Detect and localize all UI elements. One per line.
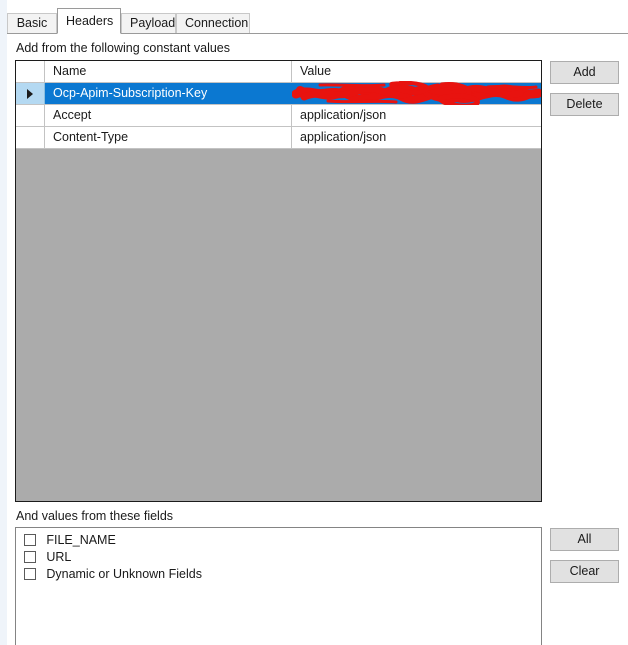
list-item-label: Dynamic or Unknown Fields — [46, 567, 202, 582]
header-value-cell[interactable]: application/json — [292, 105, 541, 126]
list-item-label: FILE_NAME — [46, 533, 116, 548]
fields-list-box[interactable]: FILE_NAME URL Dynamic or Unknown Fields — [15, 527, 542, 645]
list-item[interactable]: Dynamic or Unknown Fields — [24, 566, 202, 583]
field-values-label: And values from these fields — [16, 509, 174, 523]
grid-header-value[interactable]: Value — [292, 61, 541, 82]
list-item[interactable]: FILE_NAME — [24, 532, 116, 549]
dialog-left-edge — [0, 0, 7, 645]
clear-selection-button[interactable]: Clear — [550, 560, 619, 583]
row-indicator-cell[interactable] — [16, 83, 45, 104]
tab-connection[interactable]: Connection — [176, 13, 250, 34]
table-row[interactable]: Content-Type application/json — [16, 127, 541, 149]
list-item-label: URL — [46, 550, 72, 565]
table-row[interactable]: Ocp-Apim-Subscription-Key — [16, 81, 541, 107]
grid-header-gutter — [16, 61, 45, 82]
grid-header-name[interactable]: Name — [45, 61, 292, 82]
tab-headers[interactable]: Headers — [57, 8, 121, 34]
checkbox-unchecked-icon[interactable] — [24, 567, 36, 580]
tab-strip: Basic Headers Payload Connection — [7, 0, 628, 34]
row-indicator-cell[interactable] — [16, 105, 45, 126]
header-name-cell[interactable]: Ocp-Apim-Subscription-Key — [45, 83, 292, 104]
add-button[interactable]: Add — [550, 61, 619, 84]
tab-basic[interactable]: Basic — [7, 13, 57, 34]
header-value-cell[interactable] — [292, 83, 541, 104]
headers-grid[interactable]: Name Value Ocp-Apim-Subscription-Key Acc… — [15, 60, 542, 502]
grid-header-row: Name Value — [16, 61, 541, 83]
header-value-cell[interactable]: application/json — [292, 127, 541, 148]
delete-button[interactable]: Delete — [550, 93, 619, 116]
constant-values-label: Add from the following constant values — [16, 41, 231, 55]
list-item[interactable]: URL — [24, 549, 71, 566]
checkbox-unchecked-icon[interactable] — [24, 550, 36, 563]
tab-payload[interactable]: Payload — [121, 13, 176, 34]
checkbox-unchecked-icon[interactable] — [24, 533, 36, 546]
row-indicator-cell[interactable] — [16, 127, 45, 148]
row-selector-arrow-icon — [27, 89, 33, 99]
header-name-cell[interactable]: Content-Type — [45, 127, 292, 148]
header-name-cell[interactable]: Accept — [45, 105, 292, 126]
table-row[interactable]: Accept application/json — [16, 105, 541, 127]
select-all-button[interactable]: All — [550, 528, 619, 551]
